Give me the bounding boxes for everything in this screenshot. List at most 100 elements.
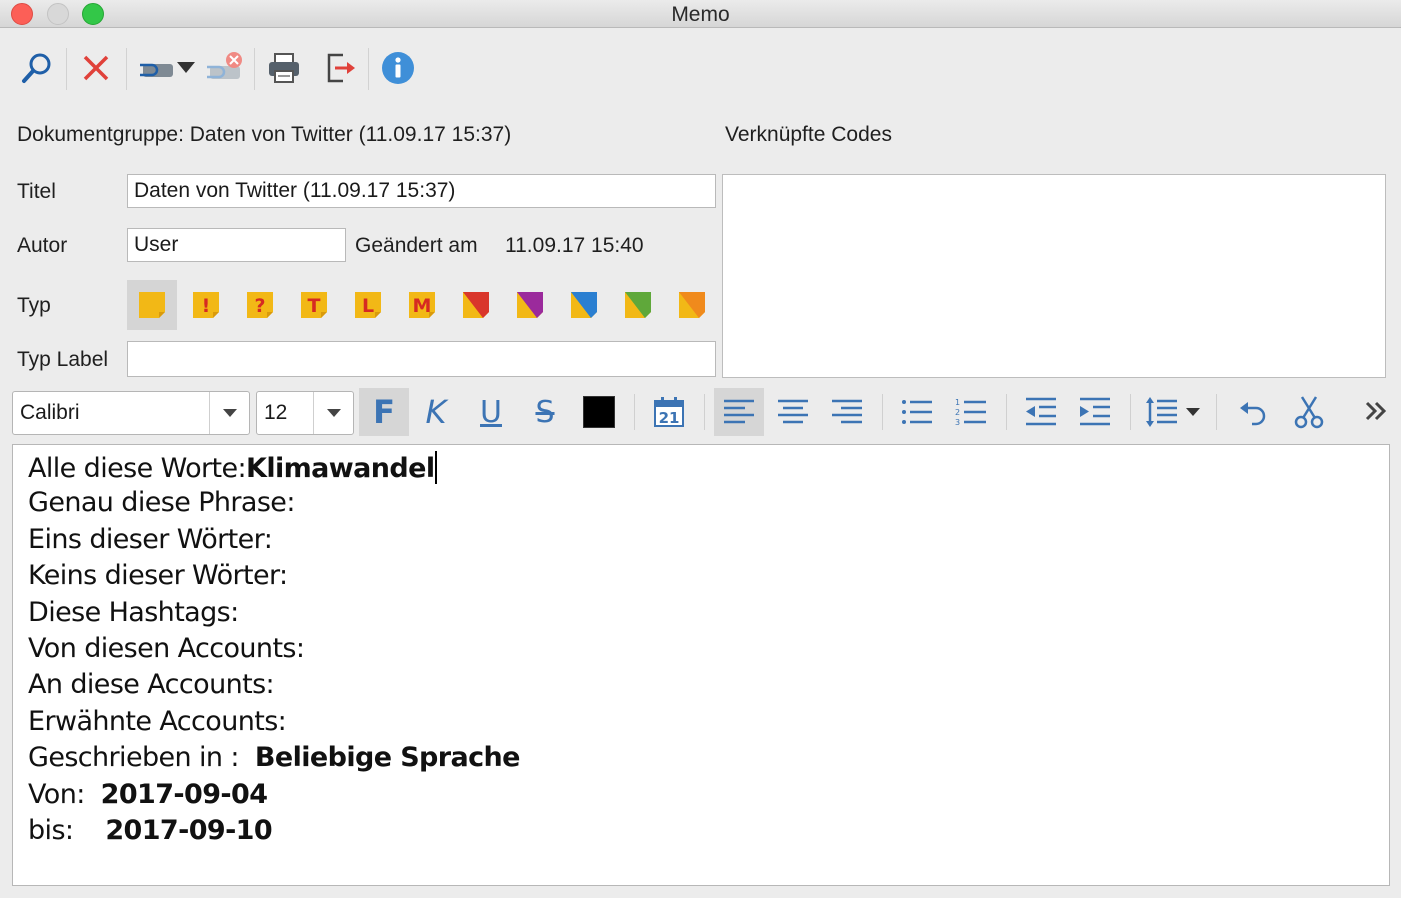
memo-type-glyph: T	[308, 295, 321, 317]
text-color-button[interactable]	[574, 388, 624, 436]
delete-icon	[83, 55, 109, 81]
memo-type-5[interactable]: L	[343, 280, 393, 330]
document-group-label: Dokumentgruppe: Daten von Twitter (11.09…	[17, 123, 512, 146]
chevron-down-icon	[209, 392, 249, 434]
strikethrough-button[interactable]: S	[520, 388, 570, 436]
align-left-button[interactable]	[714, 388, 764, 436]
memo-type-8[interactable]	[505, 280, 555, 330]
undo-button[interactable]	[1228, 388, 1278, 436]
link-code-dropdown[interactable]	[136, 46, 198, 90]
toolbar-separator	[368, 48, 369, 90]
toolbar-separator	[254, 48, 255, 90]
cut-button[interactable]	[1284, 388, 1334, 436]
changed-label: Geändert am	[355, 234, 478, 257]
memo-line-label: Alle diese Worte:	[28, 453, 247, 484]
memo-line: Alle diese Worte:Klimawandel	[28, 451, 438, 484]
indent-icon	[1080, 397, 1110, 426]
type-label-field[interactable]	[127, 341, 716, 377]
italic-icon: K	[425, 393, 447, 431]
text-caret	[435, 451, 438, 484]
align-right-button[interactable]	[822, 388, 872, 436]
memo-type-11[interactable]	[667, 280, 717, 330]
memo-type-glyph: ?	[254, 295, 265, 317]
title-field[interactable]: Daten von Twitter (11.09.17 15:37)	[127, 174, 716, 208]
linked-codes-list[interactable]	[722, 174, 1386, 378]
search-icon	[22, 53, 51, 83]
delete-button[interactable]	[74, 46, 118, 90]
bold-icon: F	[373, 393, 395, 431]
memo-line: Von: 2017-09-04	[28, 778, 268, 810]
toolbar-separator	[1216, 394, 1217, 430]
font-value: Calibri	[20, 401, 80, 424]
memo-line-label: An diese Accounts:	[28, 669, 275, 701]
toolbar-separator	[126, 48, 127, 90]
line-spacing-dropdown[interactable]	[1140, 388, 1210, 436]
insert-date-button[interactable]: 21	[644, 388, 694, 436]
memo-line-value: 2017-09-10	[105, 815, 273, 846]
memo-line: Eins dieser Wörter:	[28, 524, 273, 555]
chevron-down-icon	[313, 392, 353, 434]
memo-line: Keins dieser Wörter:	[28, 560, 288, 591]
type-label: Typ	[17, 294, 51, 317]
calendar-icon: 21	[654, 397, 684, 427]
font-size-select[interactable]: 12	[256, 391, 354, 435]
memo-icon: M	[409, 292, 435, 318]
memo-type-2[interactable]: !	[181, 280, 231, 330]
memo-icon	[571, 292, 597, 318]
numbered-list-button[interactable]: 123	[946, 388, 996, 436]
memo-line-label: bis:	[28, 815, 106, 846]
memo-line-value: Klimawandel	[246, 453, 435, 484]
underline-button[interactable]: U	[466, 388, 516, 436]
italic-button[interactable]: K	[411, 388, 461, 436]
memo-icon: ?	[247, 292, 273, 318]
memo-line: Erwähnte Accounts:	[28, 706, 287, 737]
memo-line-label: Diese Hashtags:	[28, 596, 239, 628]
memo-icon	[625, 292, 651, 318]
memo-type-9[interactable]	[559, 280, 609, 330]
search-button[interactable]	[15, 46, 59, 90]
memo-type-6[interactable]: M	[397, 280, 447, 330]
align-left-icon	[724, 399, 754, 424]
memo-text-editor[interactable]: Alle diese Worte:Klimawandel Genau diese …	[12, 444, 1390, 886]
memo-type-glyph: L	[362, 295, 374, 317]
memo-line-label: Von diesen Accounts:	[28, 633, 305, 664]
numbered-list-icon: 123	[955, 398, 986, 426]
export-button[interactable]	[318, 46, 362, 90]
text-color-swatch	[583, 396, 615, 428]
svg-text:2: 2	[955, 408, 960, 417]
bold-button[interactable]: F	[359, 388, 409, 436]
toolbar-separator	[1130, 394, 1131, 430]
window-title: Memo	[671, 3, 730, 26]
memo-line: Genau diese Phrase:	[28, 487, 295, 518]
info-button[interactable]	[376, 46, 420, 90]
calendar-day: 21	[659, 409, 680, 427]
author-field[interactable]: User	[127, 228, 346, 262]
align-right-icon	[832, 399, 862, 424]
scissors-icon	[1294, 396, 1324, 429]
memo-type-4[interactable]: T	[289, 280, 339, 330]
link-icon	[140, 62, 195, 77]
more-tools-button[interactable]	[1356, 388, 1396, 436]
memo-type-glyph: M	[413, 295, 432, 317]
align-center-button[interactable]	[768, 388, 818, 436]
outdent-button[interactable]	[1016, 388, 1066, 436]
memo-line-label: Geschrieben in :	[28, 742, 255, 774]
info-icon	[382, 52, 414, 84]
underline-icon: U	[480, 394, 502, 430]
memo-type-10[interactable]	[613, 280, 663, 330]
memo-icon	[517, 292, 543, 318]
toolbar-separator	[634, 394, 635, 430]
print-button[interactable]	[262, 46, 306, 90]
indent-button[interactable]	[1070, 388, 1120, 436]
memo-line-label: Keins dieser Wörter:	[28, 560, 288, 592]
font-select[interactable]: Calibri	[12, 391, 250, 435]
memo-type-3[interactable]: ?	[235, 280, 285, 330]
export-icon	[327, 53, 355, 83]
unlink-code-button[interactable]	[202, 46, 246, 90]
memo-line-label: Von:	[28, 778, 101, 810]
memo-type-1[interactable]	[127, 280, 177, 330]
bullet-list-button[interactable]	[892, 388, 942, 436]
memo-icon: L	[355, 292, 381, 318]
memo-type-7[interactable]	[451, 280, 501, 330]
double-chevron-right-icon	[1365, 401, 1387, 421]
